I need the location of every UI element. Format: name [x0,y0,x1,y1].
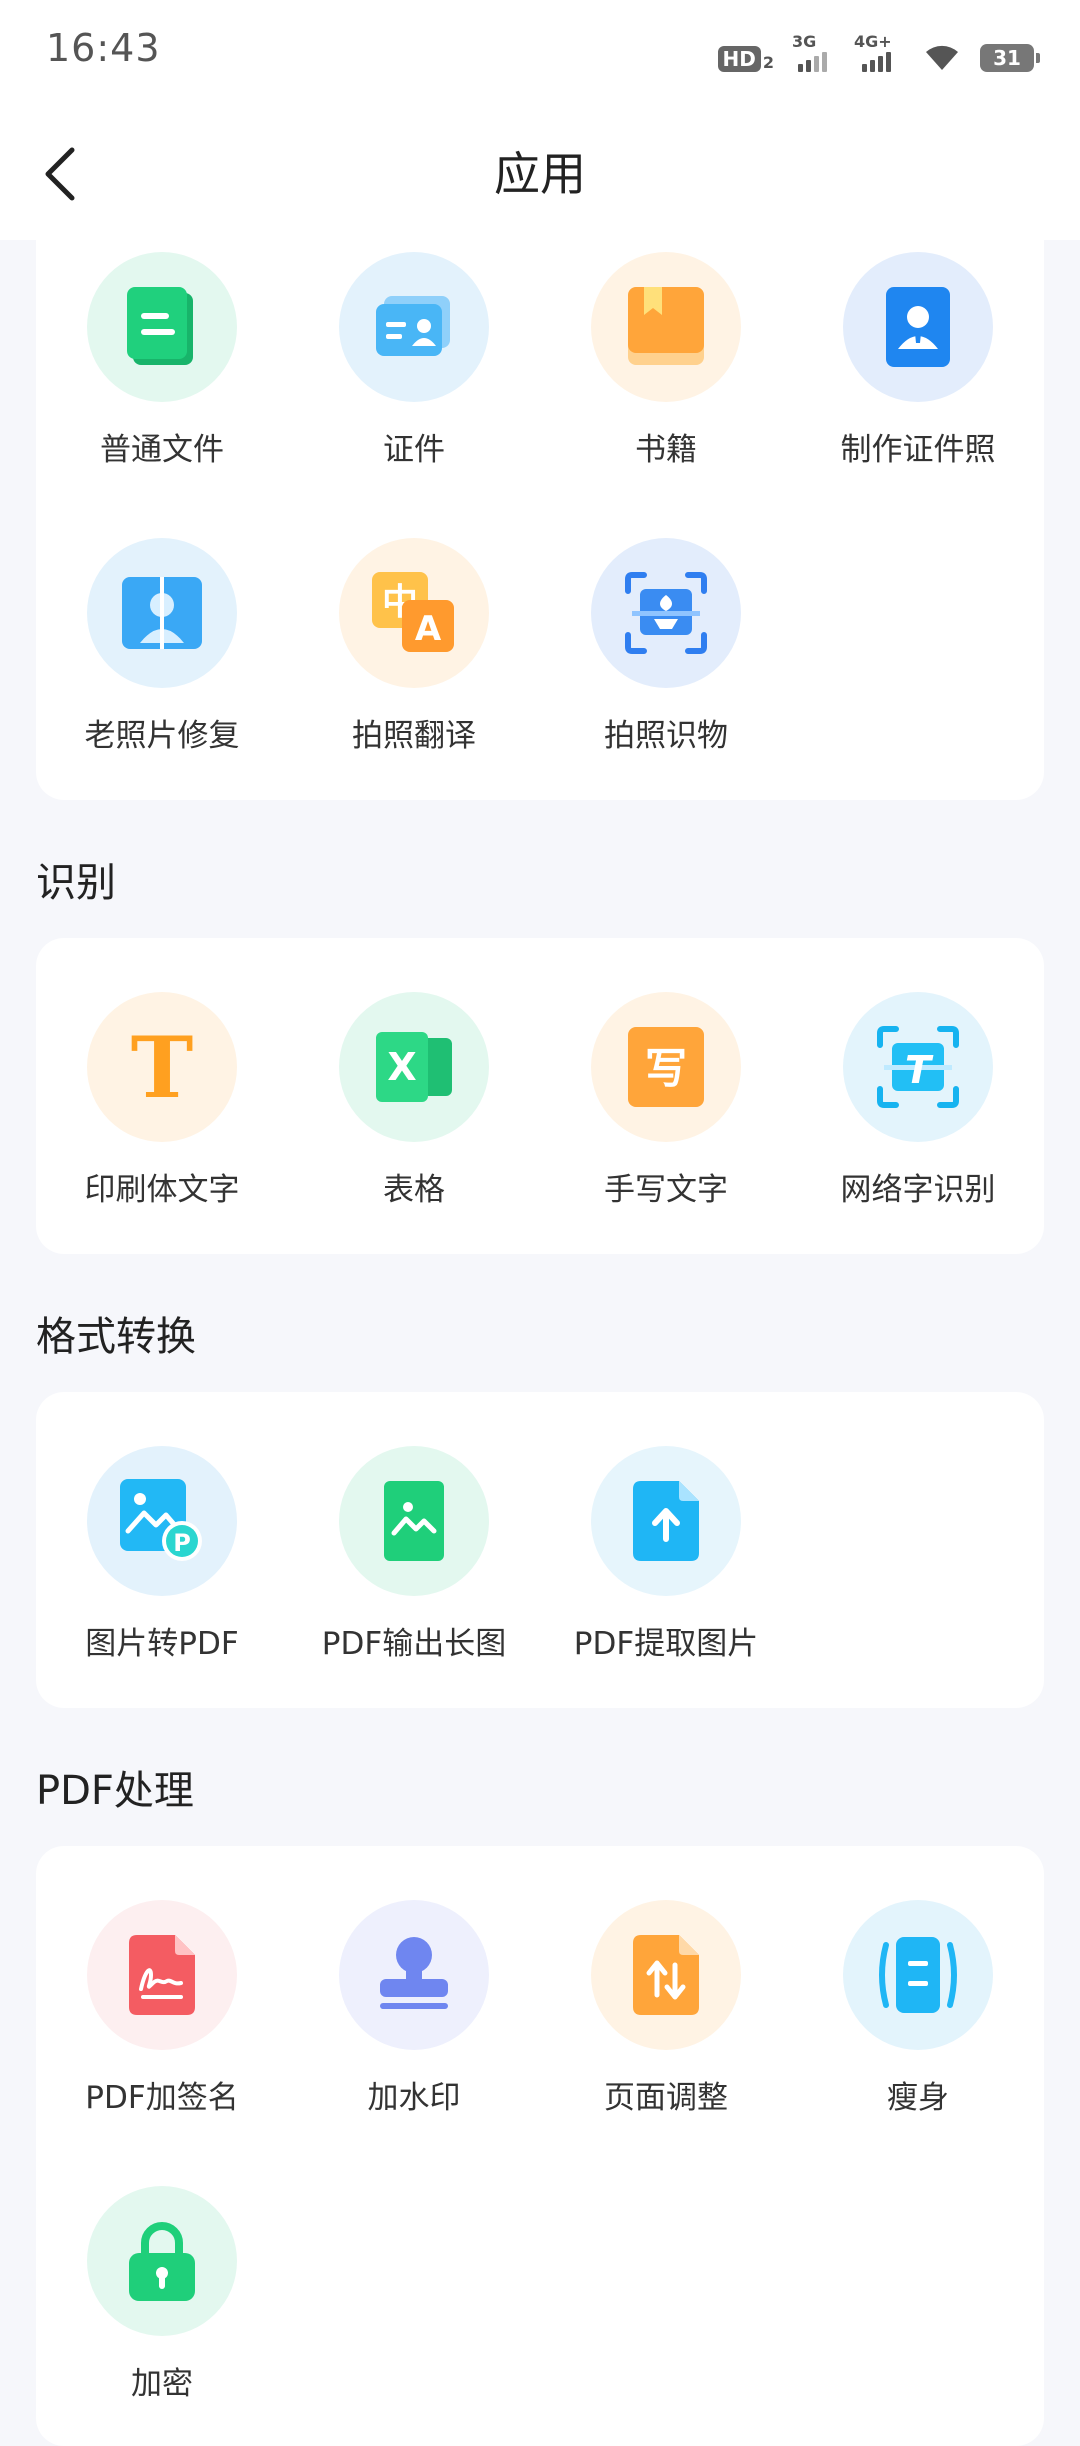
lock-icon [87,2186,237,2336]
app-label: 图片转PDF [85,1626,239,1662]
app-label: 页面调整 [604,2080,728,2116]
app-label: 加水印 [367,2080,461,2116]
app-pdf-extract-image[interactable]: PDF提取图片 [540,1446,792,1663]
web-text-glyph: T [905,1048,934,1092]
app-label: 网络字识别 [840,1172,996,1208]
app-encrypt[interactable]: 加密 [36,2186,288,2403]
app-pdf-long-image[interactable]: PDF输出长图 [288,1446,540,1663]
app-label: 手写文字 [604,1172,728,1208]
app-watermark[interactable]: 加水印 [288,1900,540,2117]
file-icon [87,252,237,402]
app-label: 拍照翻译 [352,718,476,754]
photo-restore-icon [87,538,237,688]
object-scan-icon [591,538,741,688]
compress-icon [843,1900,993,2050]
app-label: PDF提取图片 [573,1626,759,1662]
app-label: 瘦身 [887,2080,949,2116]
app-label: 表格 [383,1172,445,1208]
wifi-icon [922,38,962,72]
convert-card: P 图片转PDF PDF输出长图 PDF提取图片 [36,1392,1044,1708]
app-label: 老照片修复 [84,718,240,754]
print-text-icon: T [87,992,237,1142]
id-card-icon [339,252,489,402]
app-normal-file[interactable]: 普通文件 [36,252,288,469]
print-text-glyph: T [131,1027,194,1107]
handwriting-icon: 写 [591,992,741,1142]
app-label: 普通文件 [100,432,224,468]
app-label: 印刷体文字 [84,1172,240,1208]
app-label: 拍照识物 [604,718,728,754]
image-to-pdf-icon: P [87,1446,237,1596]
app-slim[interactable]: 瘦身 [792,1900,1044,2117]
app-label: 证件 [383,432,445,468]
status-bar: 16:43 HD 2 3G 4G+ 31 [0,0,1080,100]
signal-4g-label: 4G+ [854,32,892,51]
section-title-pdf: PDF处理 [36,1768,194,1814]
hd-badge: HD [717,46,761,72]
web-text-scan-icon: T [843,992,993,1142]
section-title-recognize: 识别 [36,860,116,906]
app-label: 制作证件照 [840,432,996,468]
app-handwriting[interactable]: 写 手写文字 [540,992,792,1209]
app-print-text[interactable]: T 印刷体文字 [36,992,288,1209]
book-icon [591,252,741,402]
app-object-recognize[interactable]: 拍照识物 [540,538,792,755]
signature-icon [87,1900,237,2050]
signal-3g-label: 3G [792,32,817,51]
long-image-icon [339,1446,489,1596]
app-table[interactable]: X 表格 [288,992,540,1209]
signal-4g-icon: 4G+ [854,32,904,72]
app-page-adjust[interactable]: 页面调整 [540,1900,792,2117]
pdf-p-glyph: P [173,1529,191,1557]
handwrite-glyph: 写 [645,1044,687,1093]
status-time: 16:43 [46,26,161,70]
portrait-icon [843,252,993,402]
app-web-text[interactable]: T 网络字识别 [792,992,1044,1209]
page-adjust-icon [591,1900,741,2050]
system-icons: HD 2 3G 4G+ 31 [717,32,1040,72]
app-label: PDF加签名 [85,2080,239,2116]
app-id-card[interactable]: 证件 [288,252,540,469]
app-label: 书籍 [635,432,697,468]
signal-3g-icon: 3G [792,32,836,72]
extract-image-icon [591,1446,741,1596]
app-pdf-sign[interactable]: PDF加签名 [36,1900,288,2117]
app-photo-translate[interactable]: 中 A 拍照翻译 [288,538,540,755]
app-label: 加密 [131,2366,193,2402]
app-id-photo[interactable]: 制作证件照 [792,252,1044,469]
battery-icon: 31 [980,44,1040,72]
excel-glyph: X [387,1045,416,1089]
nav-bar: 应用 [0,100,1080,240]
scan-card: 普通文件 证件 书籍 制作证件照 老照片修复 中 A 拍照翻译 拍照识物 [36,240,1044,800]
hd-icon: HD 2 [717,46,774,72]
section-title-convert: 格式转换 [36,1314,196,1360]
translate-icon: 中 A [339,538,489,688]
app-book[interactable]: 书籍 [540,252,792,469]
translate-a-glyph: A [415,609,442,649]
recognize-card: T 印刷体文字 X 表格 写 手写文字 T 网络字识别 [36,938,1044,1254]
app-image-to-pdf[interactable]: P 图片转PDF [36,1446,288,1663]
excel-icon: X [339,992,489,1142]
app-photo-restore[interactable]: 老照片修复 [36,538,288,755]
hd-sub: 2 [762,53,774,72]
stamp-icon [339,1900,489,2050]
pdf-card: PDF加签名 加水印 页面调整 瘦身 加密 [36,1846,1044,2446]
page-title: 应用 [494,147,586,201]
app-label: PDF输出长图 [321,1626,507,1662]
